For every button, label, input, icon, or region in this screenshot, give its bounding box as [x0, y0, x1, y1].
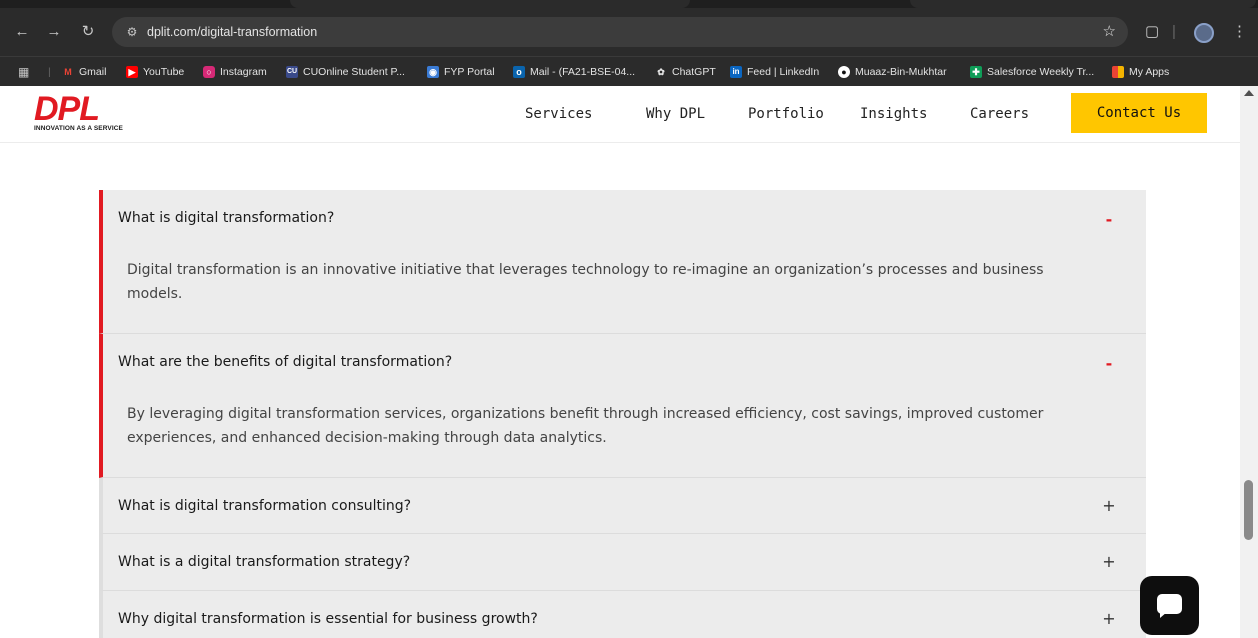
faq-item[interactable]: What is digital transformation consultin…: [99, 478, 1146, 534]
faq-question-header[interactable]: What is a digital transformation strateg…: [103, 534, 1146, 590]
browser-chrome: ← → ↻ ⚙ dplit.com/digital-transformation…: [0, 0, 1258, 86]
chatgpt-icon: ✿: [657, 67, 665, 77]
bookmark-linkedin[interactable]: in Feed | LinkedIn: [730, 64, 819, 80]
faq-item[interactable]: Why digital transformation is essential …: [99, 591, 1146, 638]
nav-careers[interactable]: Careers: [970, 104, 1029, 124]
expand-icon[interactable]: +: [1101, 609, 1117, 629]
browser-tab[interactable]: [290, 0, 690, 8]
faq-question[interactable]: What is a digital transformation strateg…: [118, 552, 410, 572]
bookmark-label: ChatGPT: [672, 66, 716, 78]
menu-kebab-icon[interactable]: ⋮: [1232, 22, 1247, 42]
bookmark-label: Mail - (FA21-BSE-04...: [530, 66, 636, 78]
profile-avatar-icon[interactable]: [1194, 23, 1214, 43]
bookmarks-bar: ▦ | M Gmail ▶ YouTube ○ Instagram CU CUOnlin…: [0, 56, 1258, 86]
faq-answer: Digital transformation is an innovative …: [127, 262, 1044, 302]
bookmark-label: FYP Portal: [444, 66, 495, 78]
browser-tab[interactable]: [910, 0, 1256, 8]
bookmark-instagram[interactable]: ○ Instagram: [203, 64, 267, 80]
faq-question-header[interactable]: What are the benefits of digital transfo…: [103, 334, 1146, 390]
bookmark-outlook[interactable]: o Mail - (FA21-BSE-04...: [513, 64, 635, 80]
web-page: DPL INNOVATION AS A SERVICE Services Why…: [0, 86, 1240, 638]
bookmarks-divider: |: [48, 66, 51, 78]
cuonline-icon: CU: [286, 66, 298, 78]
expand-icon[interactable]: +: [1101, 496, 1117, 516]
fyp-portal-icon: ◉: [427, 66, 439, 78]
chat-bubble-icon: [1157, 594, 1182, 614]
outlook-icon: o: [513, 66, 525, 78]
reload-icon[interactable]: ↻: [78, 22, 98, 42]
back-icon[interactable]: ←: [12, 22, 32, 42]
bookmark-cuonline[interactable]: CU CUOnline Student P...: [286, 64, 405, 80]
scrollbar-thumb[interactable]: [1244, 480, 1253, 540]
nav-services[interactable]: Services: [525, 104, 592, 124]
bookmark-salesforce[interactable]: ✚ Salesforce Weekly Tr...: [970, 64, 1094, 80]
faq-item: What is digital transformation? - Digita…: [99, 190, 1146, 334]
bookmark-label: Gmail: [79, 66, 107, 78]
address-bar[interactable]: ⚙ dplit.com/digital-transformation ☆: [112, 17, 1128, 47]
expand-icon[interactable]: +: [1101, 552, 1117, 572]
bookmark-label: YouTube: [143, 66, 185, 78]
bookmark-github[interactable]: ● Muaaz-Bin-Mukhtar: [838, 64, 947, 80]
bookmark-youtube[interactable]: ▶ YouTube: [126, 64, 184, 80]
site-header: DPL INNOVATION AS A SERVICE Services Why…: [0, 86, 1240, 143]
bookmark-label: Muaaz-Bin-Mukhtar: [855, 66, 947, 78]
faq-question[interactable]: What is digital transformation?: [118, 208, 334, 228]
toolbar-divider: |: [1172, 23, 1176, 40]
faq-item[interactable]: What is a digital transformation strateg…: [99, 534, 1146, 591]
nav-insights[interactable]: Insights: [860, 104, 927, 124]
faq-question[interactable]: What is digital transformation consultin…: [118, 496, 411, 516]
nav-portfolio[interactable]: Portfolio: [748, 104, 824, 124]
bookmark-fyp-portal[interactable]: ◉ FYP Portal: [427, 64, 495, 80]
chat-widget-button[interactable]: [1140, 576, 1199, 635]
faq-answer: By leveraging digital transformation ser…: [127, 406, 1044, 446]
gmail-icon: M: [64, 67, 72, 77]
faq-question-header[interactable]: What is digital transformation consultin…: [103, 478, 1146, 534]
faq-item: What are the benefits of digital transfo…: [99, 334, 1146, 478]
faq-accordion: What is digital transformation? - Digita…: [99, 190, 1146, 638]
scroll-up-arrow-icon[interactable]: [1244, 90, 1254, 96]
faq-question-header[interactable]: Why digital transformation is essential …: [103, 591, 1146, 638]
extensions-icon[interactable]: ▢: [1145, 22, 1159, 42]
url-text[interactable]: dplit.com/digital-transformation: [147, 24, 317, 40]
bookmark-label: My Apps: [1129, 66, 1170, 78]
forward-icon[interactable]: →: [44, 22, 64, 42]
collapse-icon[interactable]: -: [1101, 210, 1117, 230]
logo-wordmark: DPL: [34, 90, 100, 128]
faq-question[interactable]: What are the benefits of digital transfo…: [118, 352, 452, 372]
bookmark-label: CUOnline Student P...: [303, 66, 405, 78]
collapse-icon[interactable]: -: [1101, 354, 1117, 374]
tab-strip: [0, 0, 1258, 8]
bookmark-chatgpt[interactable]: ✿ ChatGPT: [655, 64, 716, 80]
chat-bubble-tail: [1160, 612, 1167, 618]
contact-us-button[interactable]: Contact Us: [1071, 93, 1207, 133]
page-scrollbar[interactable]: [1240, 86, 1258, 638]
faq-question-header[interactable]: What is digital transformation? -: [103, 190, 1146, 246]
bookmark-my-apps[interactable]: My Apps: [1112, 64, 1169, 80]
faq-question[interactable]: Why digital transformation is essential …: [118, 609, 538, 629]
apps-grid-icon[interactable]: ▦: [18, 64, 29, 80]
bookmark-gmail[interactable]: M Gmail: [62, 64, 106, 80]
youtube-icon: ▶: [126, 66, 138, 78]
bookmark-label: Salesforce Weekly Tr...: [987, 66, 1095, 78]
sheets-icon: ✚: [970, 66, 982, 78]
bookmark-star-icon[interactable]: ☆: [1103, 23, 1116, 41]
bookmark-label: Feed | LinkedIn: [747, 66, 820, 78]
bookmark-label: Instagram: [220, 66, 267, 78]
nav-why-dpl[interactable]: Why DPL: [646, 104, 705, 124]
site-info-icon[interactable]: ⚙: [124, 24, 140, 40]
dpl-logo[interactable]: DPL INNOVATION AS A SERVICE: [34, 90, 144, 134]
browser-toolbar: ← → ↻ ⚙ dplit.com/digital-transformation…: [0, 8, 1258, 56]
logo-tagline: INNOVATION AS A SERVICE: [34, 125, 123, 132]
linkedin-icon: in: [730, 66, 742, 78]
instagram-icon: ○: [203, 66, 215, 78]
my-apps-icon: [1112, 66, 1124, 78]
github-icon: ●: [838, 66, 850, 78]
